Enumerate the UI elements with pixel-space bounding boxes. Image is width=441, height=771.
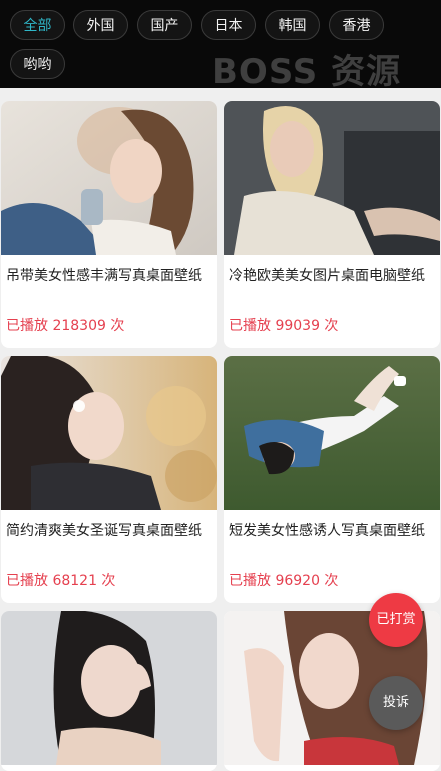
wallpaper-card[interactable]: 简约清爽美女圣诞写真桌面壁纸 已播放 68121 次 (1, 356, 217, 603)
wallpaper-card[interactable]: 短发美女性感诱人写真桌面壁纸 已播放 96920 次 (224, 356, 440, 603)
wallpaper-thumbnail[interactable] (1, 611, 217, 765)
wallpaper-thumbnail[interactable] (224, 356, 440, 510)
wallpaper-card[interactable]: 吊带美女性感丰满写真桌面壁纸 已播放 218309 次 (1, 101, 217, 348)
filter-chip-yoyo[interactable]: 哟哟 (10, 49, 65, 79)
wallpaper-thumbnail[interactable] (1, 101, 217, 255)
site-logo: BOSS 资源 (212, 52, 402, 92)
wallpaper-thumbnail[interactable] (1, 356, 217, 510)
card-title[interactable]: 冷艳欧美美女图片桌面电脑壁纸 (229, 265, 435, 287)
wallpaper-card[interactable] (1, 611, 217, 771)
report-button[interactable]: 投诉 (369, 676, 423, 730)
play-count: 已播放 218309 次 (6, 318, 125, 334)
card-title[interactable]: 简约清爽美女圣诞写真桌面壁纸 (6, 520, 212, 542)
play-count: 已播放 96920 次 (229, 573, 339, 589)
wallpaper-card[interactable]: 冷艳欧美美女图片桌面电脑壁纸 已播放 99039 次 (224, 101, 440, 348)
filter-chip-hongkong[interactable]: 香港 (329, 10, 384, 40)
filter-chip-foreign[interactable]: 外国 (73, 10, 128, 40)
play-count: 已播放 99039 次 (229, 318, 339, 334)
filter-chip-domestic[interactable]: 国产 (137, 10, 192, 40)
card-title[interactable]: 短发美女性感诱人写真桌面壁纸 (229, 520, 435, 542)
filter-chip-japan[interactable]: 日本 (201, 10, 256, 40)
play-count: 已播放 68121 次 (6, 573, 116, 589)
card-title[interactable]: 吊带美女性感丰满写真桌面壁纸 (6, 265, 212, 287)
wallpaper-thumbnail[interactable] (224, 101, 440, 255)
top-bar: 全部 外国 国产 日本 韩国 香港 哟哟 BOSS 资源 (0, 0, 441, 92)
tip-button[interactable]: 已打赏 (369, 593, 423, 647)
filter-chip-all[interactable]: 全部 (10, 10, 65, 40)
filter-chip-korea[interactable]: 韩国 (265, 10, 320, 40)
